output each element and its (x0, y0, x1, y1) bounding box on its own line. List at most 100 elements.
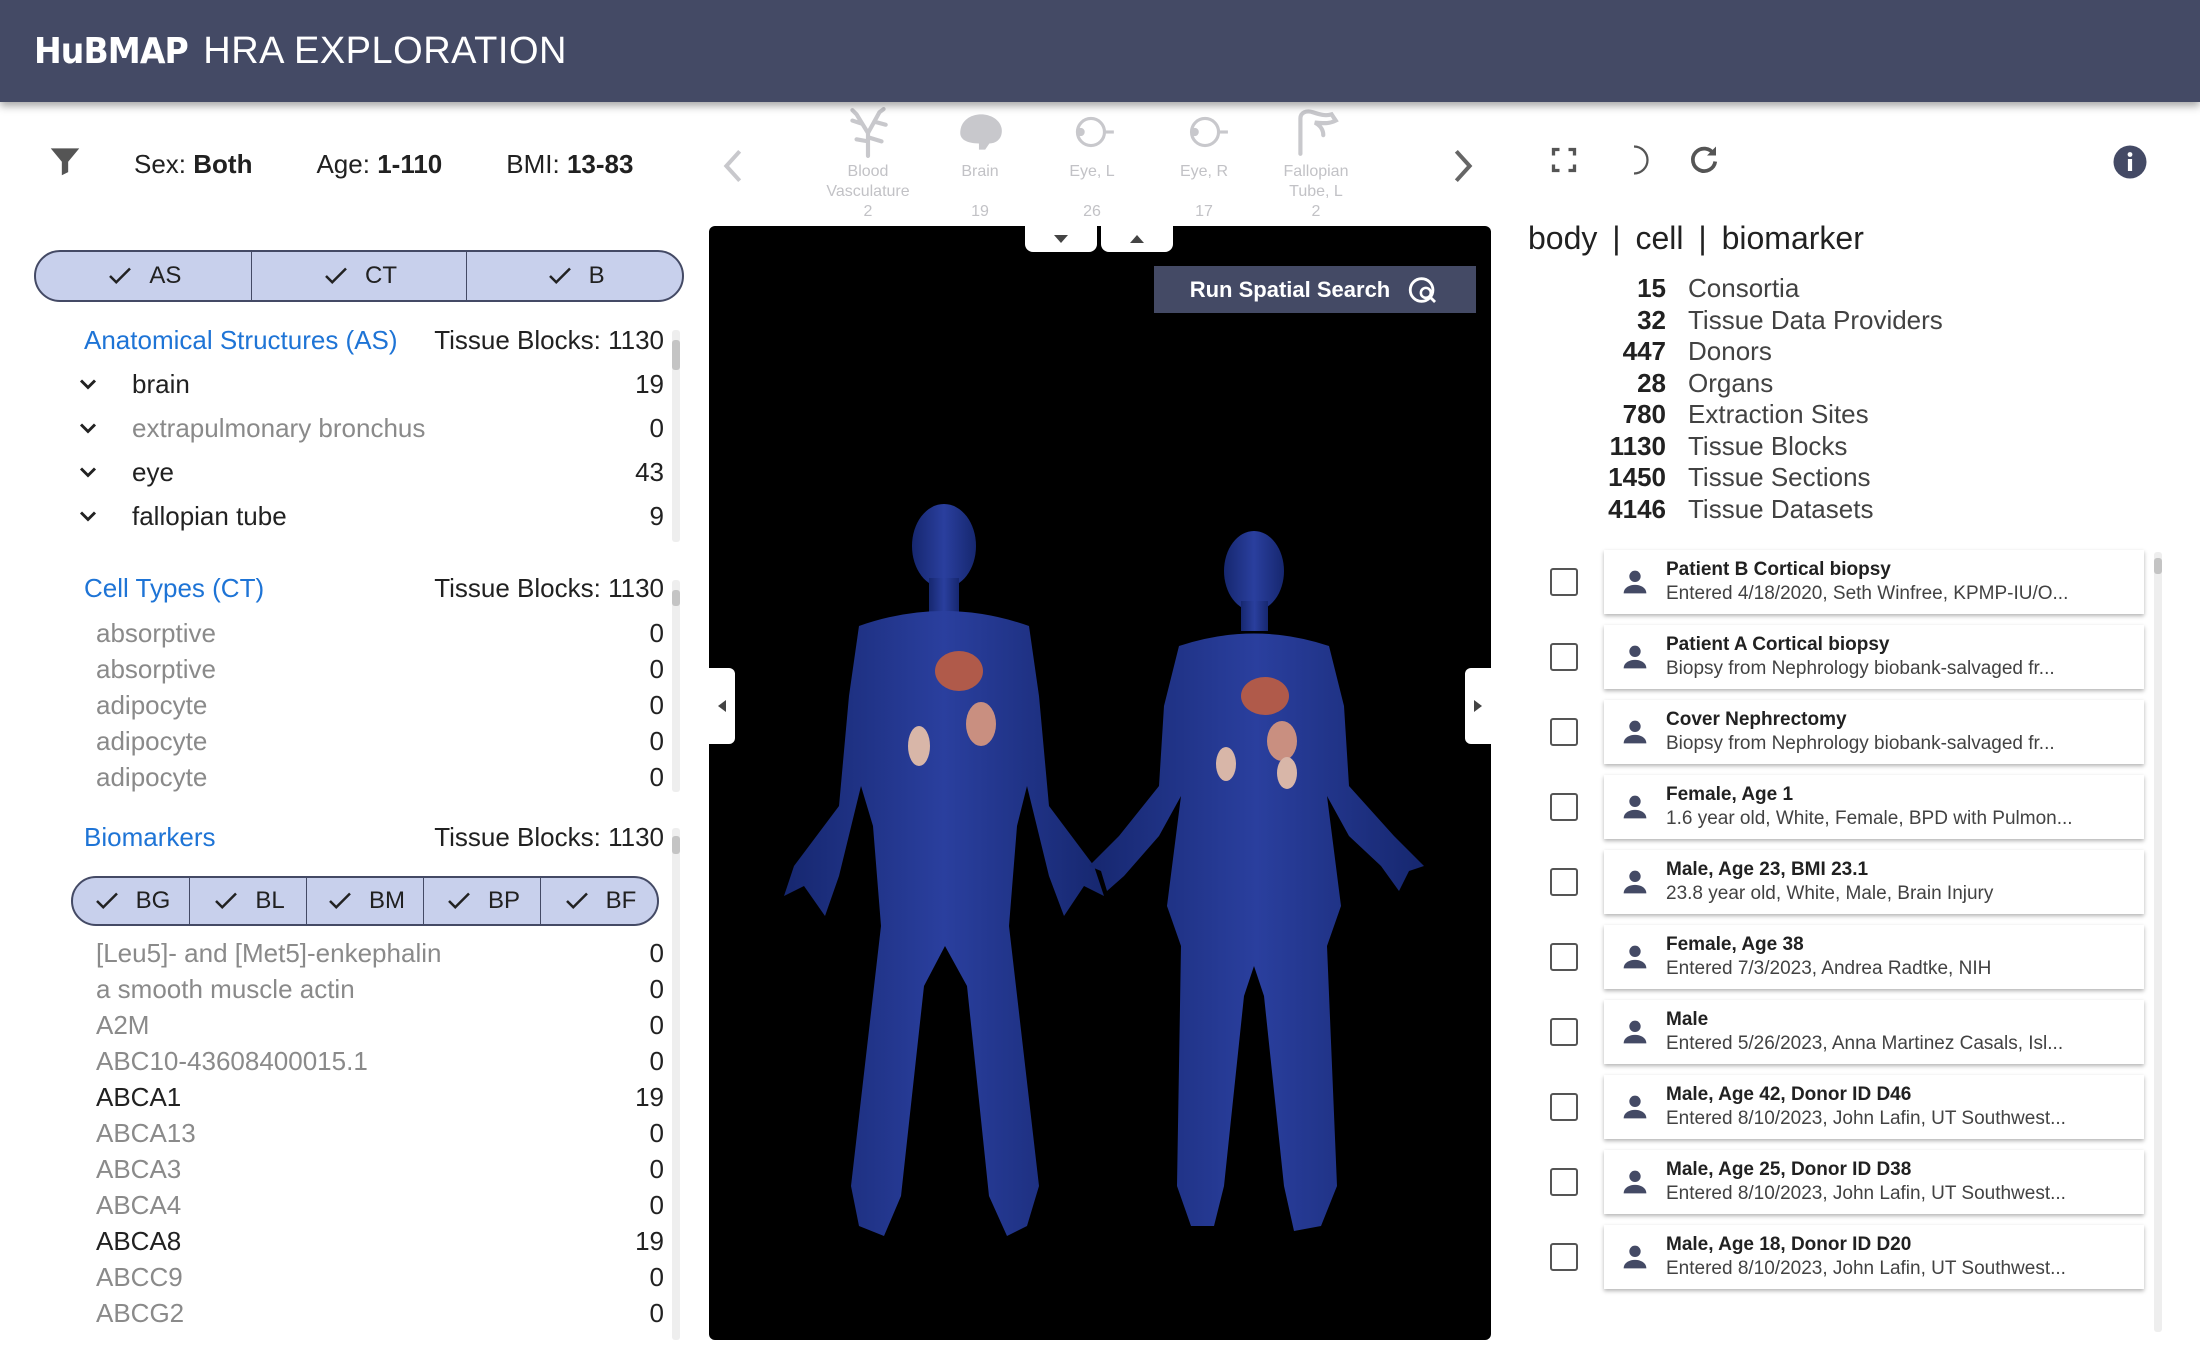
ct-item[interactable]: absorptive 0 (96, 651, 664, 687)
result-card[interactable]: Male Entered 5/26/2023, Anna Martinez Cas… (1604, 1000, 2144, 1064)
reset-icon[interactable] (1686, 142, 1722, 178)
result-checkbox[interactable] (1550, 793, 1578, 821)
toggle-bf[interactable]: BF (541, 878, 657, 924)
biomarker-item[interactable]: ABCA4 0 (96, 1187, 664, 1223)
result-checkbox[interactable] (1550, 1168, 1578, 1196)
carousel-next-icon[interactable] (1448, 146, 1478, 186)
chevron-down-icon[interactable] (74, 458, 102, 486)
result-card[interactable]: Male, Age 25, Donor ID D38 Entered 8/10/2… (1604, 1150, 2144, 1214)
result-card[interactable]: Male, Age 18, Donor ID D20 Entered 8/10/2… (1604, 1225, 2144, 1289)
result-card[interactable]: Male, Age 23, BMI 23.1 23.8 year old, Whi… (1604, 850, 2144, 914)
stat-row: 28 Organs (1637, 367, 1774, 398)
collapse-right-panel-handle[interactable] (1465, 668, 1491, 744)
fullscreen-icon[interactable] (1546, 142, 1582, 178)
as-section-header: Anatomical Structures (AS) Tissue Blocks… (84, 325, 664, 356)
organ-fallopian-tube-left[interactable]: Fallopian Tube, L 2 (1260, 106, 1372, 224)
anatomy-bodies[interactable] (709, 226, 1491, 1340)
collapse-tab-up[interactable] (1101, 226, 1173, 252)
toggle-as[interactable]: AS (36, 252, 252, 300)
result-checkbox[interactable] (1550, 1093, 1578, 1121)
biomarker-item[interactable]: ABCA13 0 (96, 1115, 664, 1151)
chevron-down-icon[interactable] (74, 502, 102, 530)
ct-tissue-blocks: Tissue Blocks: 1130 (434, 573, 664, 603)
result-card[interactable]: Patient A Cortical biopsy Biopsy from Nep… (1604, 625, 2144, 689)
organ-eye-left[interactable]: Eye, L 26 (1036, 106, 1148, 224)
info-icon[interactable] (2112, 144, 2148, 180)
chevron-down-icon[interactable] (74, 370, 102, 398)
stat-row: 4146 Tissue Datasets (1608, 493, 1874, 524)
biomarker-item[interactable]: a smooth muscle actin 0 (96, 971, 664, 1007)
results-list: Patient B Cortical biopsy Entered 4/18/20… (1528, 550, 2168, 1350)
dark-mode-icon[interactable] (1616, 142, 1652, 178)
female-body[interactable] (1089, 531, 1424, 1231)
tab-body[interactable]: body (1528, 220, 1597, 256)
result-checkbox[interactable] (1550, 868, 1578, 896)
result-card[interactable]: Male, Age 42, Donor ID D46 Entered 8/10/2… (1604, 1075, 2144, 1139)
result-card[interactable]: Female, Age 1 1.6 year old, White, Female… (1604, 775, 2144, 839)
result-card[interactable]: Patient B Cortical biopsy Entered 4/18/20… (1604, 550, 2144, 614)
toggle-b[interactable]: B (467, 252, 682, 300)
b-scrollbar[interactable] (672, 828, 680, 1340)
male-body[interactable] (784, 504, 1104, 1236)
ct-section-title[interactable]: Cell Types (CT) (84, 573, 264, 604)
toggle-bp[interactable]: BP (424, 878, 541, 924)
check-icon (329, 892, 351, 910)
collapse-tab-down[interactable] (1025, 226, 1097, 252)
result-checkbox[interactable] (1550, 943, 1578, 971)
ct-item[interactable]: adipocyte 0 (96, 759, 664, 793)
as-item-eye[interactable]: eye 43 (74, 450, 664, 494)
toggle-ct[interactable]: CT (252, 252, 468, 300)
ct-item[interactable]: adipocyte 0 (96, 723, 664, 759)
person-icon (1623, 645, 1647, 669)
as-item-brain[interactable]: brain 19 (74, 362, 664, 406)
filter-summary[interactable]: Sex: Both Age: 1-110 BMI: 13-83 (134, 149, 633, 180)
ct-item[interactable]: absorptive 0 (96, 615, 664, 651)
biomarker-item[interactable]: ABCG2 0 (96, 1295, 664, 1331)
result-card[interactable]: Cover Nephrectomy Biopsy from Nephrology … (1604, 700, 2144, 764)
biomarker-item[interactable]: ABCA3 0 (96, 1151, 664, 1187)
toggle-bg[interactable]: BG (73, 878, 190, 924)
tab-cell[interactable]: cell (1635, 220, 1683, 256)
body-viewer[interactable]: Run Spatial Search (709, 226, 1491, 1340)
as-scrollbar[interactable] (672, 330, 680, 542)
filter-icon[interactable] (46, 142, 84, 180)
result-checkbox[interactable] (1550, 643, 1578, 671)
person-icon (1623, 720, 1647, 744)
stat-row: 1130 Tissue Blocks (1609, 430, 1848, 461)
ct-list: absorptive 0 absorptive 0 adipocyte 0 adipo… (96, 615, 664, 793)
biomarker-list: [Leu5]- and [Met5]-enkephalin 0 a smooth … (96, 935, 664, 1343)
result-checkbox[interactable] (1550, 1018, 1578, 1046)
as-item-extrapulmonary-bronchus[interactable]: extrapulmonary bronchus 0 (74, 406, 664, 450)
person-icon (1623, 945, 1647, 969)
biomarker-item[interactable]: ABC10-43608400015.1 0 (96, 1043, 664, 1079)
ct-scrollbar[interactable] (672, 580, 680, 792)
collapse-left-panel-handle[interactable] (709, 668, 735, 744)
toggle-bm[interactable]: BM (307, 878, 424, 924)
toggle-bl[interactable]: BL (190, 878, 307, 924)
ct-item[interactable]: adipocyte 0 (96, 687, 664, 723)
biomarker-item[interactable]: [Leu5]- and [Met5]-enkephalin 0 (96, 935, 664, 971)
caret-left-icon (718, 700, 726, 712)
b-section-title[interactable]: Biomarkers (84, 822, 215, 853)
organ-eye-right[interactable]: Eye, R 17 (1148, 106, 1260, 224)
hubmap-logo[interactable]: HuBMAP (34, 31, 189, 72)
biomarker-item[interactable]: A2M 0 (96, 1007, 664, 1043)
organ-blood-vasculature[interactable]: Blood Vasculature 2 (812, 106, 924, 224)
biomarker-item[interactable]: ABCA8 19 (96, 1223, 664, 1259)
organ-brain[interactable]: Brain 19 (924, 106, 1036, 224)
as-section-title[interactable]: Anatomical Structures (AS) (84, 325, 398, 356)
result-checkbox[interactable] (1550, 718, 1578, 746)
blood-vasculature-icon (850, 107, 888, 158)
biomarker-item[interactable]: ABCC9 0 (96, 1259, 664, 1295)
carousel-prev-icon[interactable] (718, 146, 748, 186)
check-icon (548, 267, 571, 285)
eye-right-icon (1189, 116, 1228, 148)
chevron-down-icon[interactable] (74, 414, 102, 442)
result-card[interactable]: Female, Age 38 Entered 7/3/2023, Andrea R… (1604, 925, 2144, 989)
result-checkbox[interactable] (1550, 568, 1578, 596)
run-spatial-search-button[interactable]: Run Spatial Search (1154, 266, 1476, 313)
biomarker-item[interactable]: ABCA1 19 (96, 1079, 664, 1115)
tab-biomarker[interactable]: biomarker (1722, 220, 1864, 256)
result-checkbox[interactable] (1550, 1243, 1578, 1271)
as-item-fallopian-tube[interactable]: fallopian tube 9 (74, 494, 664, 538)
